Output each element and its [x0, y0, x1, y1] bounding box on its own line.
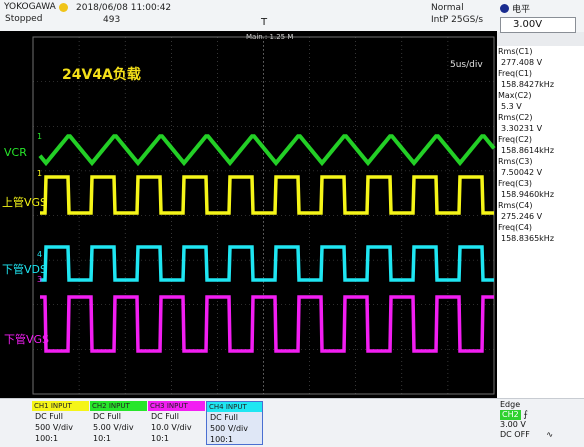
noise-reject-icon: ∿	[546, 430, 554, 439]
readout-row: Rms(C3) 7.50042 V	[497, 156, 584, 178]
ch3-label: 下管VGS	[4, 333, 50, 346]
channel-settings-bar: CH1 INPUT DC Full 500 V/div 100:1 CH2 INPUT D…	[0, 398, 584, 447]
trigger-coupling: DC OFF	[500, 430, 530, 439]
waveform-screen[interactable]: Main : 1.25 M 5us/div 24V4A负载 VCR 上管VGS …	[0, 31, 497, 398]
readout-name: Rms(C3)	[498, 157, 533, 166]
level-label-text: 电平	[512, 5, 531, 15]
datetime: 2018/06/08 11:00:42	[76, 3, 172, 13]
readout-name: Rms(C4)	[498, 201, 533, 210]
readout-row: Freq(C4) 158.8365kHz	[497, 222, 584, 244]
channel-input-header: CH4 INPUT	[207, 402, 262, 412]
readout-value: 5.3 V	[501, 102, 522, 111]
ch4-ground-marker[interactable]: 4	[37, 250, 42, 259]
ch3-ground-marker[interactable]: 3	[37, 275, 42, 284]
readout-value: 158.9460kHz	[501, 190, 555, 199]
readout-row: Freq(C1) 158.8427kHz	[497, 68, 584, 90]
readout-name: Freq(C2)	[498, 135, 533, 144]
channel-input-header: CH3 INPUT	[148, 401, 205, 411]
channel-2-settings[interactable]: CH2 INPUT DC Full 5.00 V/div 10:1	[90, 401, 147, 445]
channel-scale: 500 V/div	[35, 423, 74, 432]
readout-name: Freq(C1)	[498, 69, 533, 78]
channel-coupling: DC Full	[210, 413, 238, 422]
trigger-level: 3.00 V	[500, 420, 526, 429]
run-state: Stopped	[5, 14, 43, 24]
ch1-ground-marker[interactable]: 1	[37, 169, 42, 178]
channel-input-header: CH1 INPUT	[32, 401, 89, 411]
readout-value: 277.408 V	[501, 58, 543, 67]
measurement-panel: Rms(C1) 277.408 V Freq(C1) 158.8427kHz Max(C…	[497, 46, 584, 398]
channel-1-settings[interactable]: CH1 INPUT DC Full 500 V/div 100:1	[32, 401, 89, 445]
brand-name: YOKOGAWA	[4, 2, 56, 12]
timebase-label: 5us/div	[450, 60, 483, 70]
level-input[interactable]: 3.00V	[500, 17, 576, 33]
channel-coupling: DC Full	[93, 412, 121, 421]
level-label: 电平	[500, 2, 580, 15]
knob-icon	[500, 4, 509, 13]
ch1-label: 上管VGS	[2, 196, 48, 209]
status-bar: YOKOGAWA Stopped 2018/06/08 11:00:42 493…	[0, 0, 584, 33]
ch4-trace	[40, 245, 494, 282]
trigger-source: CH2	[500, 410, 521, 420]
readout-value: 275.246 V	[501, 212, 543, 221]
channel-coupling: DC Full	[151, 412, 179, 421]
acquisition-mode: Normal	[431, 3, 464, 13]
channel-3-settings[interactable]: CH3 INPUT DC Full 10.0 V/div 10:1	[148, 401, 205, 445]
sample-rate: IntP 25GS/s	[431, 15, 484, 25]
waveform-canvas	[32, 36, 496, 395]
rising-edge-icon: ⨍	[523, 410, 528, 420]
channel-probe: 10:1	[151, 434, 169, 443]
channel-scale: 10.0 V/div	[151, 423, 192, 432]
trigger-source-row: CH2 ⨍	[500, 410, 584, 420]
readout-row: Rms(C2) 3.30231 V	[497, 112, 584, 134]
annotation-title: 24V4A负载	[62, 67, 141, 83]
channel-scale: 5.00 V/div	[93, 423, 134, 432]
main-record-label: Main : 1.25 M	[246, 33, 294, 41]
channel-probe: 10:1	[93, 434, 111, 443]
readout-name: Freq(C3)	[498, 179, 533, 188]
readout-row: Rms(C1) 277.408 V	[497, 46, 584, 68]
ch3-trace	[40, 295, 494, 353]
ch1-trace	[40, 175, 494, 215]
channel-probe: 100:1	[35, 434, 59, 443]
readout-value: 7.50042 V	[501, 168, 543, 177]
trigger-summary[interactable]: Edge CH2 ⨍ 3.00 V DC OFF ∿	[500, 400, 584, 446]
channel-4-settings[interactable]: CH4 INPUT DC Full 500 V/div 100:1	[206, 401, 263, 445]
readout-row: Rms(C4) 275.246 V	[497, 200, 584, 222]
channel-input-header: CH2 INPUT	[90, 401, 147, 411]
brand: YOKOGAWA	[4, 2, 68, 12]
readout-value: 158.8365kHz	[501, 234, 555, 243]
ch2-trace	[38, 134, 496, 167]
trigger-level-panel[interactable]: 电平 3.00V	[500, 2, 580, 36]
readout-name: Rms(C1)	[498, 47, 533, 56]
readout-row: Freq(C2) 158.8614kHz	[497, 134, 584, 156]
channel-coupling: DC Full	[35, 412, 63, 421]
channel-scale: 500 V/div	[210, 424, 249, 433]
readout-name: Freq(C4)	[498, 223, 533, 232]
readout-row: Max(C2) 5.3 V	[497, 90, 584, 112]
trigger-hold: DC OFF ∿	[500, 430, 584, 440]
readout-name: Max(C2)	[498, 91, 532, 100]
readout-value: 158.8427kHz	[501, 80, 555, 89]
readout-value: 158.8614kHz	[501, 146, 555, 155]
readout-row: Freq(C3) 158.9460kHz	[497, 178, 584, 200]
channel-probe: 100:1	[210, 435, 234, 444]
ch2-label: VCR	[4, 146, 27, 159]
readout-value: 3.30231 V	[501, 124, 543, 133]
ch2-ground-marker[interactable]: 1	[37, 132, 42, 141]
readout-name: Rms(C2)	[498, 113, 533, 122]
trigger-position-marker: T	[261, 17, 268, 28]
trigger-mode: Edge	[500, 400, 521, 409]
acquisition-count: 493	[103, 15, 121, 25]
star-icon	[58, 2, 68, 12]
